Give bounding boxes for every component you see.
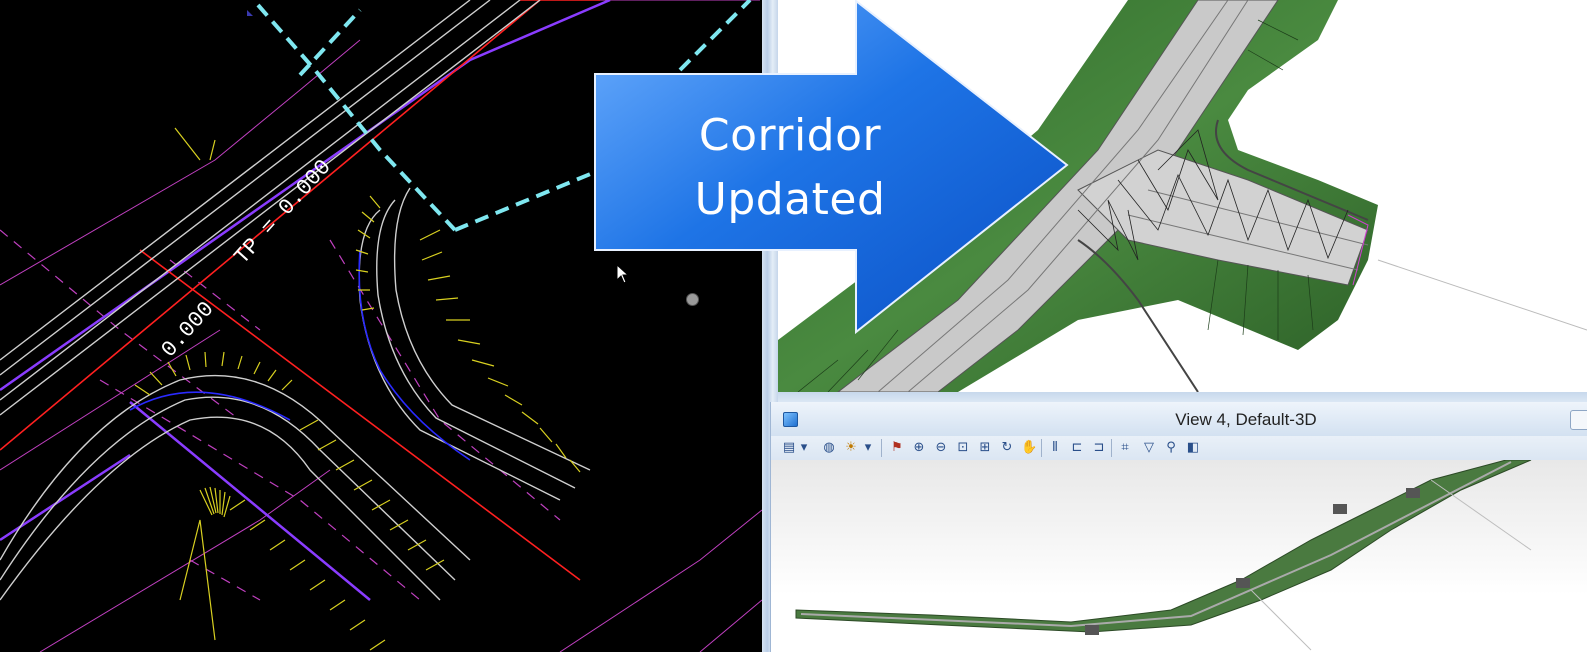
lighting-icon[interactable]: ☀	[843, 440, 859, 456]
view-4-canvas[interactable]	[771, 460, 1587, 652]
view-attributes-icon[interactable]: ▤	[781, 440, 797, 456]
next-view-icon[interactable]: ⊐	[1091, 440, 1107, 456]
clip-volume-icon[interactable]: ▽	[1141, 440, 1157, 456]
zoom-in-icon[interactable]: ⊕	[911, 440, 927, 456]
previous-view-icon[interactable]: ⊏	[1069, 440, 1085, 456]
view-4-titlebar[interactable]: View 4, Default-3D	[771, 402, 1587, 437]
view-4-toolbar: ▤ ▾ ◍ ☀ ▾ ⚑ ⊕ ⊖ ⊡ ⊞ ↻ ✋ ⦀ ⊏ ⊐ ⌗ ▽ ⚲ ◧	[771, 436, 1587, 460]
rotate-view-icon[interactable]: ↻	[999, 440, 1015, 456]
view-splitter-horizontal[interactable]	[778, 392, 1587, 402]
callout-line-1: Corridor	[698, 110, 882, 161]
callout-line-2: Updated	[694, 174, 886, 225]
pan-view-icon[interactable]: ✋	[1021, 440, 1037, 456]
window-area-icon[interactable]: ⊡	[955, 440, 971, 456]
corridor-overview-3d	[795, 460, 1532, 651]
fit-view-icon[interactable]: ⊞	[977, 440, 993, 456]
render-icon[interactable]: ◧	[1185, 440, 1201, 456]
display-style-icon[interactable]: ◍	[821, 440, 837, 456]
dropdown-icon[interactable]: ▾	[799, 440, 809, 456]
zoom-out-icon[interactable]: ⊖	[933, 440, 949, 456]
callout-message: Corridor Updated	[640, 104, 940, 232]
view-clip-icon[interactable]: ⌗	[1117, 440, 1133, 456]
mouse-cursor-icon	[616, 264, 630, 284]
walk-icon[interactable]: ⦀	[1047, 440, 1063, 456]
view-4-title: View 4, Default-3D	[1175, 410, 1317, 429]
camera-icon[interactable]: ⚲	[1163, 440, 1179, 456]
pan-clip-icon[interactable]: ⚑	[889, 440, 905, 456]
station-label: 0.000	[157, 297, 220, 363]
snap-point-icon[interactable]	[686, 293, 699, 306]
dropdown-icon[interactable]: ▾	[863, 440, 873, 456]
view-4-window[interactable]: View 4, Default-3D ▤ ▾ ◍ ☀ ▾ ⚑ ⊕ ⊖ ⊡ ⊞ ↻…	[770, 402, 1587, 652]
window-control-button[interactable]	[1570, 410, 1587, 430]
